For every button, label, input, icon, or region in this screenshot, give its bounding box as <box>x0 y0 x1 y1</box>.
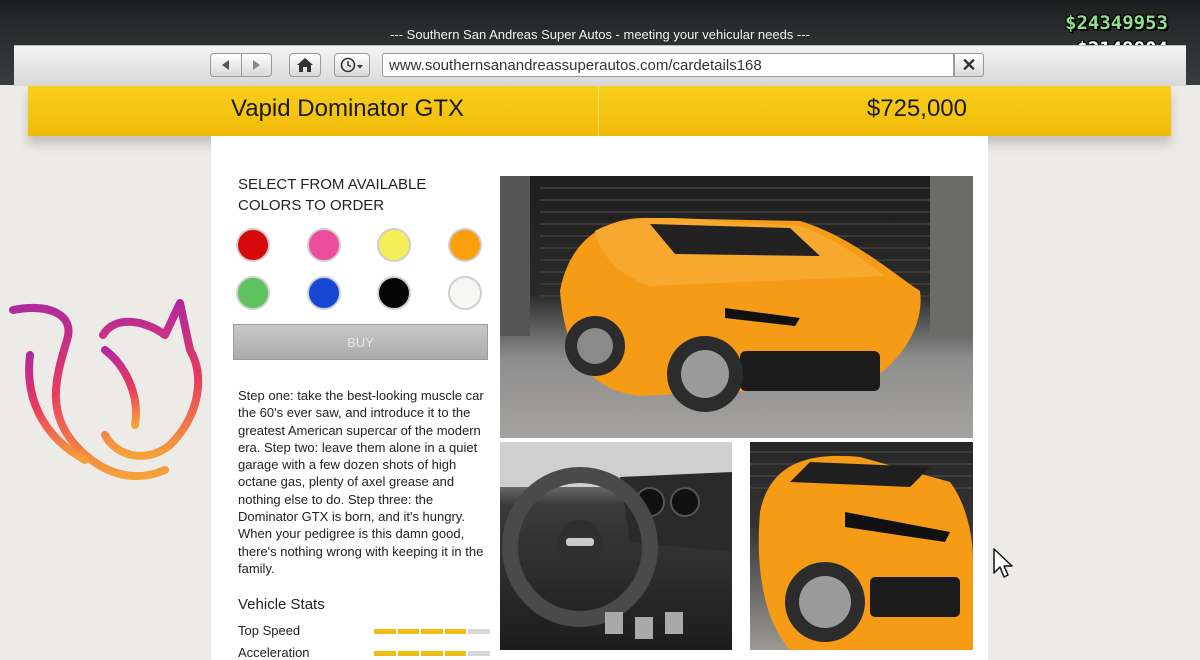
bank-money-display: $24349953 <box>1065 12 1168 34</box>
color-swatch-black[interactable] <box>377 276 411 310</box>
color-swatch-green[interactable] <box>236 276 270 310</box>
stat-bar-segment <box>421 629 443 634</box>
home-icon <box>297 58 313 72</box>
color-selection-heading: SELECT FROM AVAILABLE COLORS TO ORDER <box>238 176 427 214</box>
close-x-icon: ✕ <box>961 54 977 75</box>
stat-bar-segment <box>468 651 490 656</box>
vehicle-description: Step one: take the best-looking muscle c… <box>238 388 484 576</box>
window-title: --- Southern San Andreas Super Autos - m… <box>390 27 810 42</box>
vehicle-details-panel: SELECT FROM AVAILABLE COLORS TO ORDER BU… <box>211 136 988 660</box>
color-swatch-pink[interactable] <box>307 228 341 262</box>
home-button[interactable] <box>289 53 321 77</box>
fox-logo-watermark <box>9 299 203 481</box>
back-button[interactable] <box>211 54 241 76</box>
stat-bar-top-speed <box>374 629 490 634</box>
color-swatch-yellow[interactable] <box>377 228 411 262</box>
address-bar[interactable]: www.southernsanandreassuperautos.com/car… <box>382 53 954 77</box>
stat-bar-segment <box>444 629 467 634</box>
car-photo-main-art <box>500 176 973 412</box>
forward-arrow-icon <box>253 60 261 70</box>
stat-label-acceleration: Acceleration <box>238 645 310 660</box>
vehicle-title-band: Vapid Dominator GTX $725,000 <box>28 86 1171 136</box>
stat-bar-segment <box>421 651 443 656</box>
buy-button[interactable]: BUY <box>233 324 488 360</box>
color-swatch-blue[interactable] <box>307 276 341 310</box>
color-swatch-white[interactable] <box>448 276 482 310</box>
nav-button-group <box>210 53 272 77</box>
car-photo-interior-art <box>500 442 732 639</box>
clock-icon <box>340 57 363 73</box>
car-photo-front[interactable] <box>750 442 973 650</box>
history-button[interactable] <box>334 53 370 77</box>
stat-bar-segment <box>397 629 420 634</box>
color-swatch-red[interactable] <box>236 228 270 262</box>
stat-bar-segment <box>468 629 490 634</box>
vehicle-name: Vapid Dominator GTX <box>231 95 464 122</box>
car-photo-main[interactable] <box>500 176 973 438</box>
vehicle-stats-heading: Vehicle Stats <box>238 596 325 613</box>
stat-bar-acceleration <box>374 651 490 656</box>
stat-bar-segment <box>374 651 396 656</box>
browser-toolbar: www.southernsanandreassuperautos.com/car… <box>14 45 1186 86</box>
stat-bar-segment <box>374 629 396 634</box>
stat-bar-segment <box>397 651 420 656</box>
back-arrow-icon <box>221 60 229 70</box>
title-divider <box>598 86 599 136</box>
forward-button[interactable] <box>242 54 272 76</box>
car-photo-interior[interactable] <box>500 442 732 650</box>
car-photo-front-art <box>750 451 973 650</box>
mouse-cursor-icon <box>993 548 1013 578</box>
close-button[interactable]: ✕ <box>954 53 984 77</box>
stat-label-top-speed: Top Speed <box>238 623 301 638</box>
stat-bar-segment <box>444 651 467 656</box>
vehicle-price: $725,000 <box>866 95 967 122</box>
color-swatch-orange[interactable] <box>448 228 482 262</box>
